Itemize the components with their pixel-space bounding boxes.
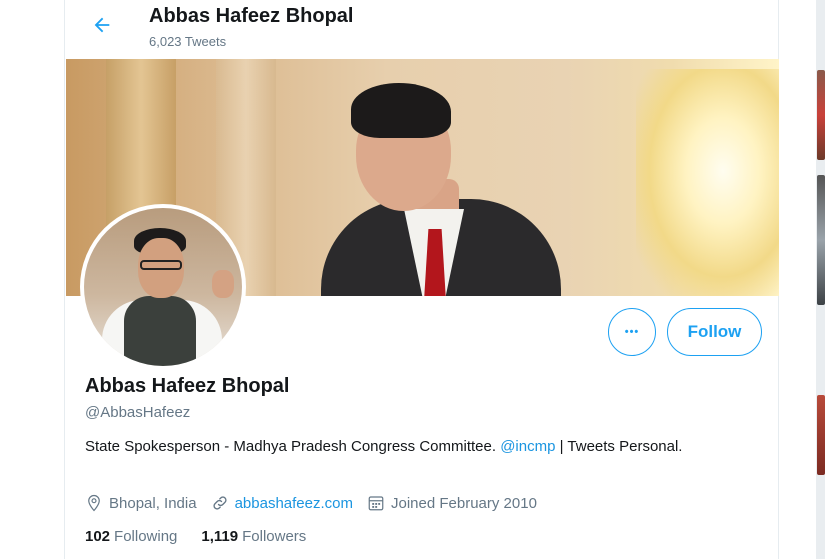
website-link[interactable]: abbashafeez.com xyxy=(235,495,353,512)
calendar-icon xyxy=(368,496,384,511)
right-sidebar-edge xyxy=(779,0,825,559)
bio-text: State Spokesperson - Madhya Pradesh Cong… xyxy=(85,438,501,455)
header-title: Abbas Hafeez Bhopal xyxy=(149,5,354,27)
location-item: Bhopal, India xyxy=(85,494,197,512)
followers-link[interactable]: 1,119 Followers xyxy=(201,528,306,545)
back-button[interactable] xyxy=(85,8,119,42)
profile-header: Abbas Hafeez Bhopal 6,023 Tweets xyxy=(65,0,778,58)
profile-handle: @AbbasHafeez xyxy=(85,404,191,421)
bio-suffix: | Tweets Personal. xyxy=(555,438,683,455)
more-button[interactable]: ••• xyxy=(608,308,656,356)
profile-meta: Bhopal, India abbashafeez.com Joined Feb… xyxy=(85,492,551,514)
profile-column: Abbas Hafeez Bhopal 6,023 Tweets ••• Fol… xyxy=(64,0,779,559)
joined-text: Joined February 2010 xyxy=(391,494,537,512)
profile-bio: State Spokesperson - Madhya Pradesh Cong… xyxy=(85,436,725,458)
following-count: 102 xyxy=(85,528,111,545)
avatar[interactable] xyxy=(80,204,246,370)
left-gutter xyxy=(0,0,64,559)
location-text: Bhopal, India xyxy=(109,494,197,512)
follow-button[interactable]: Follow xyxy=(667,308,762,356)
website-item[interactable]: abbashafeez.com xyxy=(211,494,353,512)
avatar-photo xyxy=(84,208,242,366)
joined-item: Joined February 2010 xyxy=(367,494,537,512)
profile-name: Abbas Hafeez Bhopal xyxy=(85,375,290,397)
following-label: Following xyxy=(114,528,178,545)
link-icon xyxy=(213,496,227,510)
following-link[interactable]: 102 Following xyxy=(85,528,177,545)
followers-label: Followers xyxy=(242,528,307,545)
map-pin-icon xyxy=(88,494,100,512)
followers-count: 1,119 xyxy=(201,528,239,545)
sidebar-thumbnail[interactable] xyxy=(817,395,825,475)
tweet-count: 6,023 Tweets xyxy=(149,34,227,49)
sidebar-thumbnail[interactable] xyxy=(817,175,825,305)
arrow-left-icon xyxy=(94,17,110,33)
more-icon: ••• xyxy=(624,326,640,338)
bio-mention-link[interactable]: @incmp xyxy=(500,438,555,455)
sidebar-thumbnail[interactable] xyxy=(817,70,825,160)
profile-stats: 102 Following 1,119 Followers xyxy=(85,528,330,545)
